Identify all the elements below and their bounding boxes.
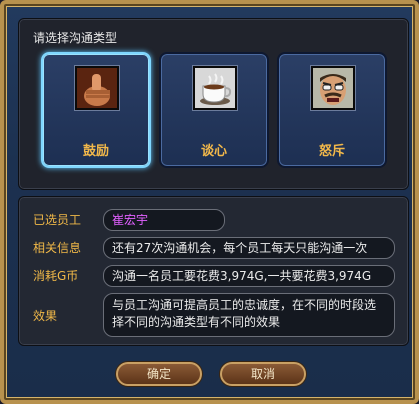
option-encourage-label: 鼓励	[82, 144, 109, 159]
selection-prompt: 请选择沟通类型	[33, 31, 118, 45]
cost-label: 消耗G币	[33, 269, 79, 283]
cancel-button[interactable]: 取消	[220, 362, 306, 386]
effect-label: 效果	[33, 309, 58, 323]
angry-boss-icon	[311, 66, 355, 110]
communication-dialog: 请选择沟通类型 鼓励 谈心 怒斥 已选员工 崔宏宇 相关信息 还有27次沟通机会…	[0, 0, 419, 404]
option-heart-to-heart-label: 谈心	[200, 144, 227, 159]
type-selection-panel: 请选择沟通类型 鼓励 谈心 怒斥	[18, 18, 409, 190]
cost-field: 沟通一名员工要花费3,974G,一共要花费3,974G	[103, 265, 395, 287]
option-heart-to-heart-card[interactable]: 谈心	[159, 52, 269, 168]
info-panel: 已选员工 崔宏宇 相关信息 还有27次沟通机会，每个员工每天只能沟通一次 消耗G…	[18, 196, 409, 346]
employee-name: 崔宏宇	[112, 213, 149, 227]
thumbs-up-icon	[75, 66, 119, 110]
effect-field: 与员工沟通可提高员工的忠诚度，在不同的时段选择不同的沟通类型有不同的效果	[103, 293, 395, 337]
employee-label: 已选员工	[33, 213, 82, 227]
related-info-label: 相关信息	[33, 241, 82, 255]
option-scold-card[interactable]: 怒斥	[277, 52, 387, 168]
coffee-cup-icon	[193, 66, 237, 110]
confirm-button[interactable]: 确定	[116, 362, 202, 386]
related-info-field: 还有27次沟通机会，每个员工每天只能沟通一次	[103, 237, 395, 259]
option-scold-label: 怒斥	[318, 144, 345, 159]
employee-field: 崔宏宇	[103, 209, 225, 231]
option-encourage-card[interactable]: 鼓励	[41, 52, 151, 168]
